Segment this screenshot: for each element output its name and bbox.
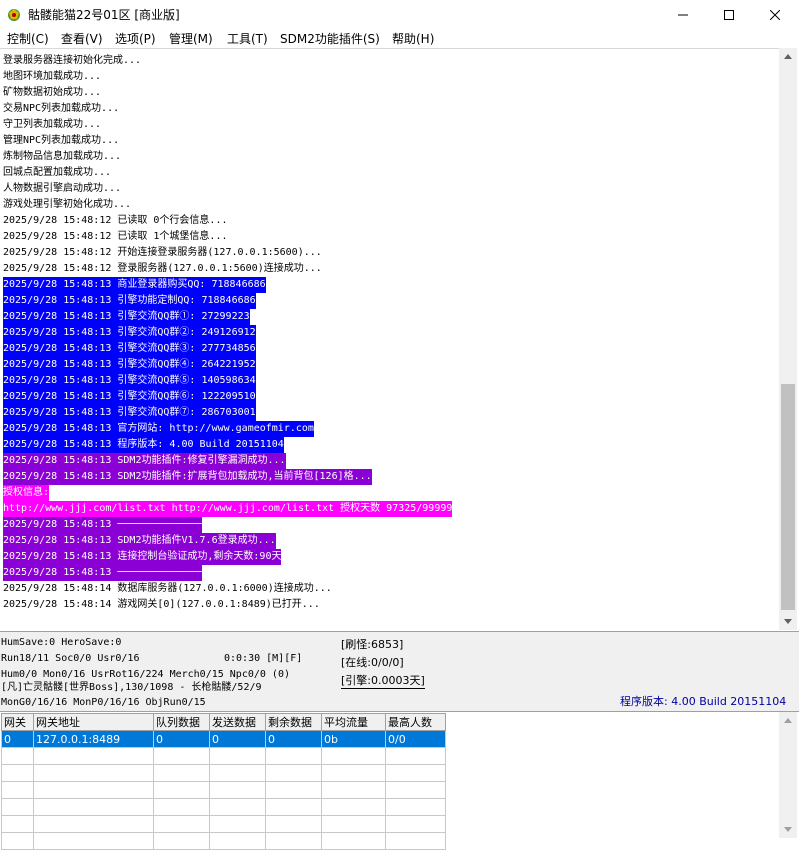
log-line: 2025/9/28 15:48:13 官方网站: http://www.game… bbox=[3, 421, 314, 437]
cell-sent-data: 0 bbox=[209, 730, 266, 748]
cell-gateway: 0 bbox=[1, 730, 34, 748]
log-scrollbar[interactable] bbox=[779, 48, 797, 630]
program-version: 程序版本: 4.00 Build 20151104 bbox=[620, 695, 787, 708]
col-queue-data[interactable]: 队列数据 bbox=[153, 713, 210, 731]
monster-status: MonG0/16/16 MonP0/16/16 ObjRun0/15 bbox=[1, 697, 206, 708]
menu-help[interactable]: 帮助(H) bbox=[392, 30, 434, 47]
minimize-icon bbox=[678, 14, 688, 15]
scroll-down-button[interactable] bbox=[779, 613, 797, 630]
server-log[interactable]: 登录服务器连接初始化完成... 地图环境加载成功... 矿物数据初始成功... 交易N… bbox=[0, 48, 779, 631]
log-line: 2025/9/28 15:48:13 引擎交流QQ群⑤: 140598634 bbox=[3, 373, 256, 389]
gateway-header-row: 网关 网关地址 队列数据 发送数据 剩余数据 平均流量 最高人数 bbox=[1, 713, 446, 731]
log-line: 2025/9/28 15:48:13 SDM2功能插件:扩展背包加载成功,当前背… bbox=[3, 469, 372, 485]
chevron-up-icon bbox=[784, 54, 792, 59]
menu-manage[interactable]: 管理(M) bbox=[169, 30, 213, 47]
log-line: 2025/9/28 15:48:13 引擎交流QQ群④: 264221952 bbox=[3, 357, 256, 373]
save-status: HumSave:0 HeroSave:0 bbox=[1, 637, 122, 648]
cell-average-traffic: 0b bbox=[321, 730, 386, 748]
chevron-up-icon bbox=[784, 718, 792, 723]
col-gateway-address[interactable]: 网关地址 bbox=[33, 713, 154, 731]
col-average-traffic[interactable]: 平均流量 bbox=[321, 713, 386, 731]
log-line: 2025/9/28 15:48:13 程序版本: 4.00 Build 2015… bbox=[3, 437, 284, 453]
table-row[interactable] bbox=[1, 798, 446, 816]
table-row[interactable] bbox=[1, 781, 446, 799]
refresh-monster-count: [刷怪:6853] bbox=[341, 638, 404, 651]
engine-runtime: [引擎:0.0003天] bbox=[341, 674, 425, 689]
col-sent-data[interactable]: 发送数据 bbox=[209, 713, 266, 731]
online-count: [在线:0/0/0] bbox=[341, 656, 404, 669]
scroll-up-button[interactable] bbox=[779, 48, 797, 65]
log-line: 2025/9/28 15:48:12 登录服务器(127.0.0.1:5600)… bbox=[3, 263, 322, 274]
cell-gateway-address: 127.0.0.1:8489 bbox=[33, 730, 154, 748]
menu-view[interactable]: 查看(V) bbox=[61, 30, 103, 47]
log-line: 2025/9/28 15:48:13 商业登录器购买QQ: 718846686 bbox=[3, 277, 266, 293]
gateway-table: 网关 网关地址 队列数据 发送数据 剩余数据 平均流量 最高人数 0 127.0… bbox=[1, 713, 446, 850]
log-line: 人物数据引擎启动成功... bbox=[3, 183, 122, 194]
maximize-icon bbox=[724, 9, 734, 20]
chevron-down-icon bbox=[784, 619, 792, 624]
window-title: 骷髅能猫22号01区 [商业版] bbox=[28, 8, 180, 22]
close-icon bbox=[770, 9, 780, 20]
log-line: 管理NPC列表加载成功... bbox=[3, 135, 120, 146]
log-line: 2025/9/28 15:48:13 引擎交流QQ群⑦: 286703001 bbox=[3, 405, 256, 421]
menu-bar: 控制(C) 查看(V) 选项(P) 管理(M) 工具(T) SDM2功能插件(S… bbox=[0, 29, 799, 48]
log-line: 2025/9/28 15:48:13 引擎功能定制QQ: 718846686 bbox=[3, 293, 256, 309]
log-line: 2025/9/28 15:48:12 已读取 0个行会信息... bbox=[3, 215, 228, 226]
log-line: 2025/9/28 15:48:13 SDM2功能插件:修复引擎漏洞成功... bbox=[3, 453, 286, 469]
run-status: Run18/11 Soc0/0 Usr0/16 bbox=[1, 653, 140, 664]
menu-options[interactable]: 选项(P) bbox=[115, 30, 156, 47]
log-line: 2025/9/28 15:48:13 引擎交流QQ群②: 249126912 bbox=[3, 325, 256, 341]
log-line: 2025/9/28 15:48:13 引擎交流QQ群⑥: 122209510 bbox=[3, 389, 256, 405]
log-line: 交易NPC列表加载成功... bbox=[3, 103, 120, 114]
log-line: 2025/9/28 15:48:12 开始连接登录服务器(127.0.0.1:5… bbox=[3, 247, 322, 258]
gateway-grid[interactable]: 网关 网关地址 队列数据 发送数据 剩余数据 平均流量 最高人数 0 127.0… bbox=[0, 711, 799, 850]
title-bar[interactable]: 骷髅能猫22号01区 [商业版] bbox=[0, 0, 799, 29]
log-line: 2025/9/28 15:48:13 引擎交流QQ群①: 27299223 bbox=[3, 309, 250, 325]
log-line: 地图环境加载成功... bbox=[3, 71, 102, 82]
app-icon bbox=[8, 9, 20, 21]
grid-scrollbar[interactable] bbox=[779, 712, 797, 838]
scroll-thumb[interactable] bbox=[781, 384, 795, 610]
log-line: 2025/9/28 15:48:12 已读取 1个城堡信息... bbox=[3, 231, 228, 242]
col-remaining-data[interactable]: 剩余数据 bbox=[265, 713, 322, 731]
log-line: 回城点配置加载成功... bbox=[3, 167, 112, 178]
log-line: 矿物数据初始成功... bbox=[3, 87, 102, 98]
minimize-button[interactable] bbox=[660, 0, 706, 29]
log-line: http://www.jjj.com/list.txt http://www.j… bbox=[3, 501, 453, 517]
chevron-down-icon bbox=[784, 827, 792, 832]
grid-scroll-up-button[interactable] bbox=[779, 712, 797, 729]
uptime-status: 0:0:30 [M][F] bbox=[224, 653, 303, 664]
log-line: 守卫列表加载成功... bbox=[3, 119, 102, 130]
log-line: 2025/9/28 15:48:13 ────────────── bbox=[3, 565, 202, 581]
menu-sdm2-plugin[interactable]: SDM2功能插件(S) bbox=[280, 30, 380, 47]
log-line: 登录服务器连接初始化完成... bbox=[3, 55, 142, 66]
log-line: 2025/9/28 15:48:14 游戏网关[0](127.0.0.1:848… bbox=[3, 599, 320, 610]
log-line: 2025/9/28 15:48:13 SDM2功能插件V1.7.6登录成功... bbox=[3, 533, 276, 549]
boss-status: [凡]亡灵骷髅[世界Boss],130/1098 - 长枪骷髅/52/9 bbox=[1, 682, 262, 693]
log-line: 2025/9/28 15:48:13 连接控制台验证成功,剩余天数:90天 bbox=[3, 549, 282, 565]
cell-queue-data: 0 bbox=[153, 730, 210, 748]
log-line: 授权信息: bbox=[3, 485, 50, 501]
menu-tools[interactable]: 工具(T) bbox=[227, 30, 268, 47]
col-gateway[interactable]: 网关 bbox=[1, 713, 34, 731]
table-row[interactable] bbox=[1, 764, 446, 782]
cell-max-players: 0/0 bbox=[385, 730, 446, 748]
maximize-button[interactable] bbox=[706, 0, 752, 29]
log-line: 游戏处理引擎初始化成功... bbox=[3, 199, 132, 210]
log-line: 2025/9/28 15:48:13 引擎交流QQ群③: 277734856 bbox=[3, 341, 256, 357]
log-line: 2025/9/28 15:48:13 ────────────── bbox=[3, 517, 202, 533]
table-row[interactable] bbox=[1, 747, 446, 765]
col-max-players[interactable]: 最高人数 bbox=[385, 713, 446, 731]
grid-scroll-down-button[interactable] bbox=[779, 821, 797, 838]
menu-control[interactable]: 控制(C) bbox=[7, 30, 49, 47]
log-line: 炼制物品信息加载成功... bbox=[3, 151, 122, 162]
status-panel: HumSave:0 HeroSave:0 Run18/11 Soc0/0 Usr… bbox=[0, 631, 799, 711]
object-status: Hum0/0 Mon0/16 UsrRot16/224 Merch0/15 Np… bbox=[1, 669, 290, 680]
cell-remaining-data: 0 bbox=[265, 730, 322, 748]
close-button[interactable] bbox=[752, 0, 798, 29]
table-row[interactable] bbox=[1, 815, 446, 833]
table-row[interactable]: 0 127.0.0.1:8489 0 0 0 0b 0/0 bbox=[1, 730, 446, 748]
log-line: 2025/9/28 15:48:14 数据库服务器(127.0.0.1:6000… bbox=[3, 583, 332, 594]
table-row[interactable] bbox=[1, 832, 446, 850]
